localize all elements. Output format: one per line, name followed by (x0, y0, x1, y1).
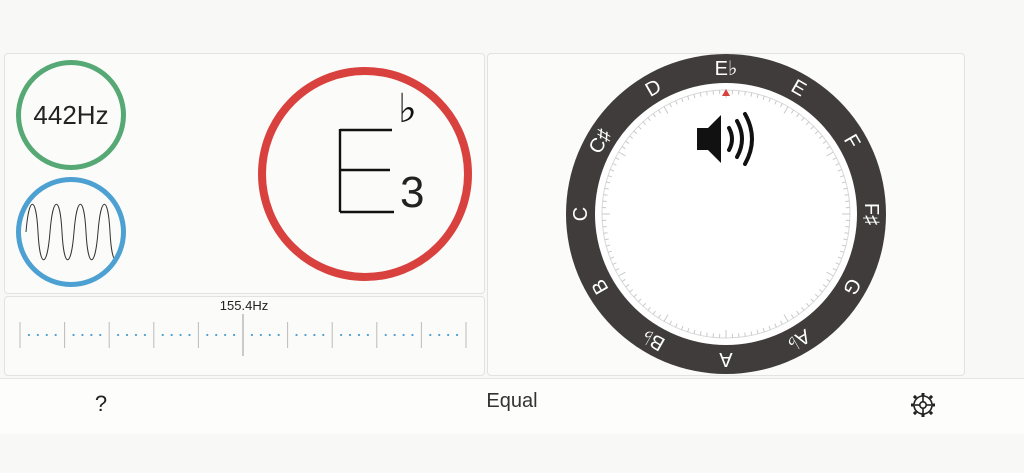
note-dial[interactable]: E♭EFF♯GA♭AB♭BCC♯D (566, 54, 886, 374)
dial-note-label: C (570, 207, 592, 221)
reference-pitch-label: 442Hz (33, 99, 109, 130)
settings-gear-icon[interactable] (909, 391, 937, 419)
dial-note-label: F♯ (860, 203, 882, 225)
note-octave: 3 (400, 168, 425, 217)
dial-face (595, 83, 857, 345)
frequency-readout: 155.4Hz (219, 298, 269, 313)
dial-note-label: E♭ (715, 58, 738, 80)
note-accidental: ♭ (398, 86, 417, 132)
sine-wave-icon (25, 203, 121, 261)
dial-note-label: A (719, 348, 733, 370)
temperament-selector[interactable]: Equal (460, 390, 564, 413)
cents-scale (19, 314, 467, 356)
note-letter: E (338, 128, 394, 214)
help-button[interactable]: ? (86, 386, 116, 422)
